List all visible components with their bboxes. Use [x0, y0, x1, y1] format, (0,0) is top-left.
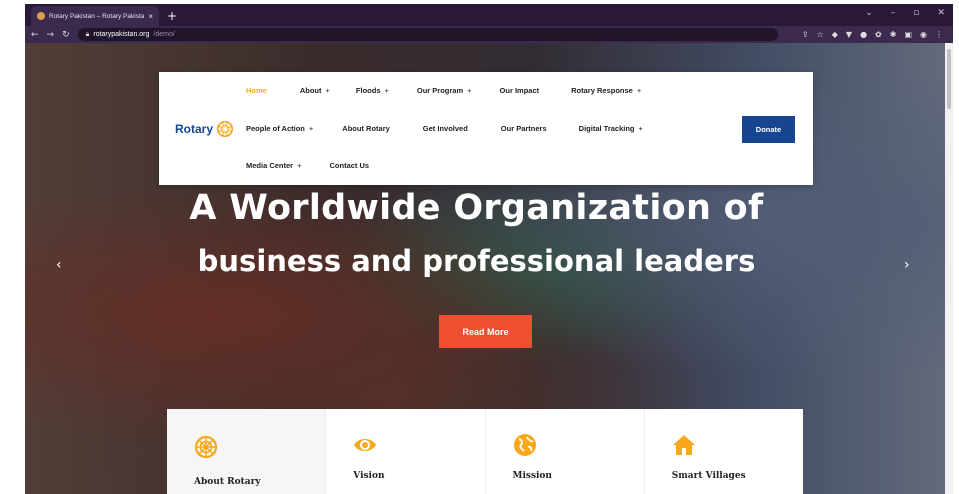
- minimize-icon[interactable]: –: [891, 8, 896, 18]
- nav-item-home[interactable]: Home: [246, 86, 267, 95]
- nav-label: Rotary Response: [571, 86, 633, 95]
- reload-icon[interactable]: ↻: [62, 30, 70, 40]
- sidepanel-icon[interactable]: ▣: [904, 30, 912, 39]
- slider-prev-icon[interactable]: ‹: [56, 257, 62, 273]
- scrollbar[interactable]: [945, 43, 953, 494]
- read-more-button[interactable]: Read More: [439, 315, 532, 348]
- nav-label: Our Program: [416, 86, 464, 95]
- nav-item-our-partners[interactable]: Our Partners: [501, 124, 547, 133]
- nav-item-get-involved[interactable]: Get Involved: [423, 124, 468, 133]
- nav-item-about-rotary[interactable]: About Rotary: [342, 124, 390, 133]
- nav-item-contact-us[interactable]: Contact Us: [330, 161, 370, 170]
- new-tab-button[interactable]: +: [167, 9, 177, 23]
- plus-icon: +: [325, 86, 330, 95]
- feature-card-mission[interactable]: Mission: [486, 409, 645, 494]
- url-host: rotarypakistan.org: [93, 31, 150, 38]
- nav-item-about[interactable]: About +: [300, 86, 330, 95]
- feature-cards: About Rotary Vision Mission Smart Villag…: [167, 409, 803, 494]
- share-icon[interactable]: ⇪: [802, 30, 809, 39]
- nav-label: About Rotary: [342, 124, 390, 133]
- window-close-icon[interactable]: ✕: [937, 8, 945, 18]
- tab-close-icon[interactable]: ×: [148, 12, 153, 21]
- forward-icon[interactable]: →: [47, 30, 55, 40]
- plus-icon: +: [467, 86, 472, 95]
- plus-icon: +: [384, 86, 389, 95]
- address-bar[interactable]: 🔒︎ rotarypakistan.org/demo/: [77, 28, 778, 41]
- hero-subheading: business and professional leaders: [197, 244, 756, 278]
- nav-label: Contact Us: [329, 161, 370, 170]
- puzzle-icon[interactable]: ✱: [890, 30, 897, 39]
- hero-heading: A Worldwide Organization of: [189, 188, 764, 228]
- site-favicon-icon: [37, 12, 45, 20]
- globe-icon: [513, 434, 536, 456]
- feature-title: Vision: [353, 471, 385, 481]
- profile-avatar-icon[interactable]: ◉: [920, 30, 927, 39]
- nav-label: Our Impact: [499, 86, 540, 95]
- nav-item-our-impact[interactable]: Our Impact: [500, 86, 540, 95]
- scrollbar-thumb[interactable]: [947, 49, 951, 109]
- nav-row-1: Home About + Floods + Our Program + Our Imp…: [246, 86, 675, 95]
- feature-card-smart-villages[interactable]: Smart Villages: [645, 409, 803, 494]
- nav-label: Get Involved: [422, 124, 468, 133]
- main-navigation: Rotary Home About + Floods + Our Program + …: [159, 72, 813, 185]
- nav-label: About: [299, 86, 322, 95]
- nav-label: Floods: [355, 86, 381, 95]
- slider-next-icon[interactable]: ›: [904, 257, 910, 273]
- nav-label: Digital Tracking: [578, 124, 635, 133]
- home-icon: [672, 435, 695, 455]
- tab-search-icon[interactable]: ⌄: [865, 8, 873, 18]
- plus-icon: +: [638, 124, 643, 133]
- nav-label: People of Action: [246, 124, 305, 133]
- tab-title: Rotary Pakistan – Rotary Pakistan: [49, 12, 145, 20]
- browser-toolbar: ← → ↻ 🔒︎ rotarypakistan.org/demo/ ⇪ ☆ ◆ …: [25, 26, 953, 43]
- nav-row-2: People of Action + About Rotary Get Invol…: [246, 124, 677, 133]
- nav-row-3: Media Center + Contact Us: [246, 161, 403, 170]
- rotary-logo[interactable]: Rotary: [175, 120, 234, 138]
- nav-item-people-of-action[interactable]: People of Action +: [246, 124, 313, 133]
- nav-label: Media Center: [246, 161, 294, 170]
- logo-text: Rotary: [175, 122, 214, 136]
- eye-icon: [354, 439, 377, 451]
- browser-tab[interactable]: Rotary Pakistan – Rotary Pakistan ×: [31, 6, 159, 26]
- feature-card-vision[interactable]: Vision: [326, 409, 486, 494]
- feature-card-about-rotary[interactable]: About Rotary: [167, 409, 327, 494]
- plus-icon: +: [297, 161, 302, 170]
- extension-icon[interactable]: ◆: [832, 30, 838, 39]
- shield-icon[interactable]: ▼: [846, 30, 852, 39]
- extension-icon[interactable]: ✿: [875, 30, 882, 39]
- back-icon[interactable]: ←: [31, 30, 39, 40]
- window-controls: ⌄ – ▫ ✕: [865, 8, 945, 18]
- nav-item-media-center[interactable]: Media Center +: [246, 161, 302, 170]
- lock-icon[interactable]: 🔒︎: [86, 31, 90, 39]
- plus-icon: +: [308, 124, 314, 133]
- feature-title: About Rotary: [194, 477, 261, 487]
- nav-item-our-program[interactable]: Our Program +: [417, 86, 472, 95]
- nav-item-floods[interactable]: Floods +: [356, 86, 389, 95]
- menu-kebab-icon[interactable]: ⋮: [935, 30, 943, 39]
- page-viewport: Rotary Home About + Floods + Our Program + …: [25, 43, 953, 494]
- nav-label: Home: [246, 86, 267, 95]
- feature-title: Mission: [512, 471, 552, 481]
- maximize-icon[interactable]: ▫: [913, 8, 919, 18]
- nav-item-rotary-response[interactable]: Rotary Response +: [571, 86, 641, 95]
- extensions-area: ⇪ ☆ ◆ ▼ ● ✿ ✱ ▣ ◉ ⋮: [802, 30, 943, 39]
- extension-icon[interactable]: ●: [860, 30, 867, 39]
- rotary-wheel-icon: [194, 435, 218, 459]
- plus-icon: +: [636, 86, 642, 95]
- nav-label: Our Partners: [500, 124, 547, 133]
- bookmark-star-icon[interactable]: ☆: [817, 30, 824, 39]
- nav-item-digital-tracking[interactable]: Digital Tracking +: [579, 124, 643, 133]
- url-path: /demo/: [153, 31, 175, 38]
- rotary-wheel-icon: [216, 120, 234, 138]
- browser-tab-bar: Rotary Pakistan – Rotary Pakistan × + ⌄ …: [25, 4, 953, 26]
- feature-title: Smart Villages: [671, 471, 746, 481]
- donate-button[interactable]: Donate: [742, 116, 795, 143]
